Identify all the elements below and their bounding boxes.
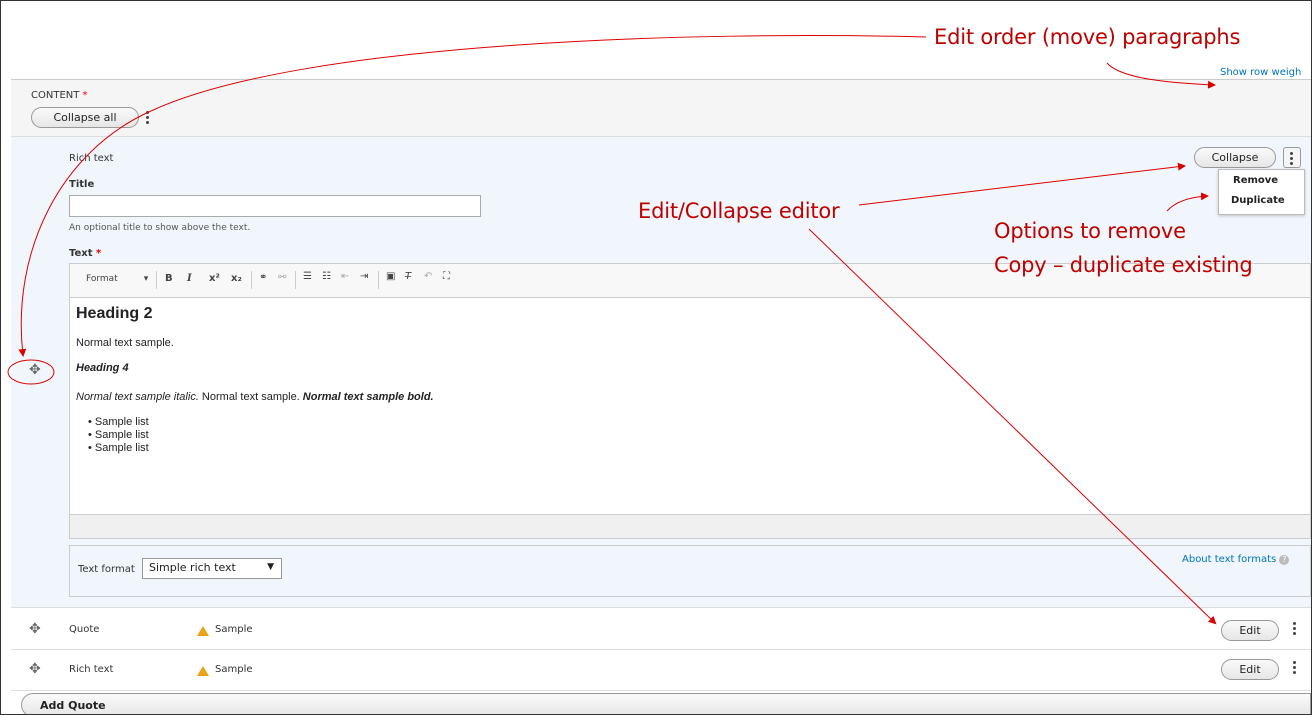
toolbar-divider: [156, 271, 157, 289]
help-icon: ?: [1279, 555, 1290, 565]
editor-status-bar: [70, 514, 1310, 538]
table-row: ✥ Rich text Sample Edit: [11, 650, 1311, 691]
row-summary: Sample: [215, 664, 253, 675]
menu-item-remove[interactable]: Remove: [1233, 175, 1278, 186]
wysiwyg-editor: Format▾ B I x² x₂ ⚭ ⚯ ☰ ☷ ⇤ ⇥ ▣ T̶ ↶ ⛶: [69, 263, 1311, 539]
add-quote-button[interactable]: Add Quote: [21, 693, 1311, 714]
content-normal-text: Normal text sample.: [76, 337, 174, 349]
toolbar-divider: [251, 271, 252, 289]
paragraph-dropdown-menu: Remove Duplicate: [1218, 169, 1305, 215]
text-format-select[interactable]: Simple rich text ▼: [142, 558, 282, 579]
chevron-down-icon: ▼: [267, 562, 274, 572]
table-row: ✥ Quote Sample Edit: [11, 609, 1311, 650]
annotation-edit-collapse: Edit/Collapse editor: [638, 199, 840, 223]
required-marker: *: [82, 90, 88, 101]
menu-item-duplicate[interactable]: Duplicate: [1231, 195, 1285, 206]
bold-button[interactable]: B: [165, 273, 173, 284]
text-label: Text *: [69, 248, 102, 259]
show-row-weights-link[interactable]: Show row weigh: [1220, 67, 1301, 78]
drag-handle-icon[interactable]: ✥: [29, 363, 41, 377]
about-text-formats-link[interactable]: About text formats ?: [1182, 554, 1290, 565]
content-header: CONTENT * Collapse all: [11, 80, 1311, 137]
list-item: • Sample list: [88, 416, 149, 428]
format-dropdown[interactable]: Format ▾: [86, 274, 148, 284]
subscript-button[interactable]: x₂: [231, 273, 242, 284]
row-summary: Sample: [215, 624, 253, 635]
indent-icon[interactable]: ⇥: [360, 271, 368, 282]
header-options-icon[interactable]: [146, 111, 150, 126]
unlink-icon[interactable]: ⚯: [278, 272, 286, 283]
content-label: CONTENT *: [31, 90, 88, 101]
collapse-button[interactable]: Collapse: [1194, 147, 1276, 168]
row-type-label: Quote: [69, 624, 100, 635]
paste-icon[interactable]: ▣: [386, 271, 395, 282]
paragraph-type-label: Rich text: [69, 153, 114, 164]
paragraph-options-button[interactable]: [1283, 147, 1301, 168]
drag-handle-icon[interactable]: ✥: [29, 622, 41, 636]
text-format-box: Text format Simple rich text ▼ About tex…: [69, 545, 1311, 597]
kebab-icon: [1290, 152, 1294, 167]
remove-format-icon[interactable]: T̶: [405, 271, 411, 282]
row-type-label: Rich text: [69, 664, 114, 675]
link-icon[interactable]: ⚭: [259, 272, 267, 283]
toolbar-divider: [295, 271, 296, 289]
collapse-all-button[interactable]: Collapse all: [31, 107, 139, 128]
numbered-list-icon[interactable]: ☷: [322, 271, 331, 282]
edit-button[interactable]: Edit: [1221, 620, 1279, 641]
list-item: • Sample list: [88, 442, 149, 454]
annotation-options-line2: Copy – duplicate existing: [994, 253, 1253, 277]
warning-icon: [197, 666, 209, 676]
content-heading4: Heading 4: [76, 362, 129, 374]
screenshot-frame: Show row weigh CONTENT * Collapse all Ri…: [0, 0, 1312, 715]
text-format-label: Text format: [78, 564, 135, 575]
drag-handle-icon[interactable]: ✥: [29, 662, 41, 676]
row-options-icon[interactable]: [1293, 661, 1297, 676]
content-mixed-text: Normal text sample italic. Normal text s…: [76, 391, 434, 403]
annotation-edit-order: Edit order (move) paragraphs: [934, 25, 1241, 49]
editor-content[interactable]: Heading 2 Normal text sample. Heading 4 …: [76, 304, 1296, 484]
title-input[interactable]: [69, 195, 481, 217]
toolbar-divider: [378, 271, 379, 289]
outdent-icon[interactable]: ⇤: [341, 271, 349, 282]
maximize-icon[interactable]: ⛶: [443, 271, 450, 282]
annotation-options-line1: Options to remove: [994, 219, 1186, 243]
row-options-icon[interactable]: [1293, 622, 1297, 637]
content-heading2: Heading 2: [76, 305, 153, 322]
warning-icon: [197, 626, 209, 636]
title-help-text: An optional title to show above the text…: [69, 223, 251, 233]
italic-button[interactable]: I: [187, 273, 192, 284]
required-marker: *: [96, 248, 102, 259]
list-item: • Sample list: [88, 429, 149, 441]
bulleted-list-icon[interactable]: ☰: [303, 271, 312, 282]
edit-button[interactable]: Edit: [1221, 659, 1279, 680]
title-label: Title: [69, 179, 95, 190]
undo-icon[interactable]: ↶: [424, 271, 432, 282]
superscript-button[interactable]: x²: [209, 273, 220, 284]
